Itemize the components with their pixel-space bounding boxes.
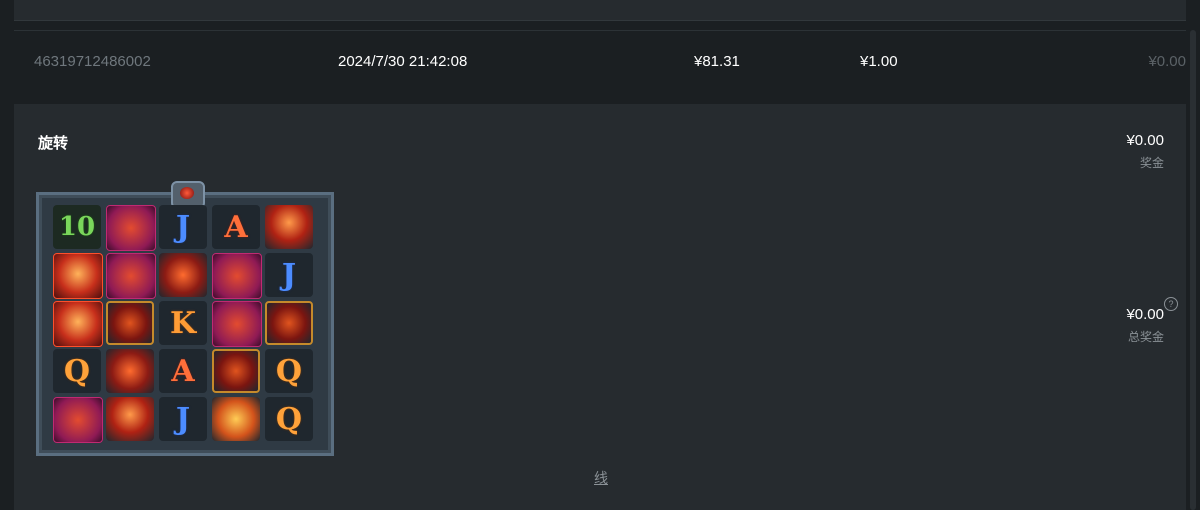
win-amount: ¥0.00: [1126, 132, 1164, 149]
reel-symbol-j: J: [159, 397, 207, 441]
shield-icon: [106, 301, 154, 345]
reel-symbol-q: Q: [53, 349, 101, 393]
shield-icon: [265, 301, 313, 345]
total-win-amount: ¥0.00: [1126, 306, 1164, 323]
wolf-icon: [212, 253, 262, 299]
helmet-icon: [212, 397, 260, 441]
total-win-label: 总奖金: [1127, 330, 1164, 344]
previous-record-strip: [14, 0, 1186, 21]
record-fee: ¥1.00: [860, 53, 898, 70]
warrior-icon: [53, 301, 103, 347]
eagle-icon: [159, 253, 207, 297]
wolf-icon: [212, 301, 262, 347]
slot-reel-frame: 10 J A J K Q A Q J Q: [36, 181, 334, 456]
shield-icon: [212, 349, 260, 393]
cup-icon: [106, 397, 154, 441]
reel-symbol-j: J: [265, 253, 313, 297]
reel-symbol-10: 10: [53, 205, 101, 249]
reel-symbol-a: A: [159, 349, 207, 393]
reel-symbol-a: A: [212, 205, 260, 249]
reel-symbol-q: Q: [265, 349, 313, 393]
wolf-icon: [106, 205, 156, 251]
wolf-icon: [53, 397, 103, 443]
scrollbar-thumb[interactable]: [1190, 30, 1196, 510]
cup-icon: [265, 205, 313, 249]
help-icon[interactable]: ?: [1164, 297, 1178, 311]
lines-tab[interactable]: 线: [594, 468, 608, 488]
record-win: ¥0.00: [1148, 53, 1186, 70]
reel-symbol-q: Q: [265, 397, 313, 441]
reel-symbol-k: K: [159, 301, 207, 345]
scrollbar[interactable]: [1186, 30, 1200, 510]
record-bet: ¥81.31: [694, 53, 740, 70]
spin-title: 旋转: [38, 135, 69, 152]
record-time: 2024/7/30 21:42:08: [338, 53, 468, 70]
win-label: 奖金: [1139, 156, 1164, 170]
record-id: 46319712486002: [34, 53, 151, 70]
spin-detail-panel: 旋转 ¥0.00 奖金 ¥0.00 总奖金 ? 10 J A J K Q A Q J Q 线: [14, 104, 1186, 510]
eagle-icon: [106, 349, 154, 393]
reel-symbol-j: J: [159, 205, 207, 249]
slot-reel-grid: 10 J A J K Q A Q J Q: [53, 205, 317, 445]
bet-record-row[interactable]: 46319712486002 2024/7/30 21:42:08 ¥81.31…: [14, 30, 1186, 93]
wolf-icon: [106, 253, 156, 299]
warrior-icon: [53, 253, 103, 299]
